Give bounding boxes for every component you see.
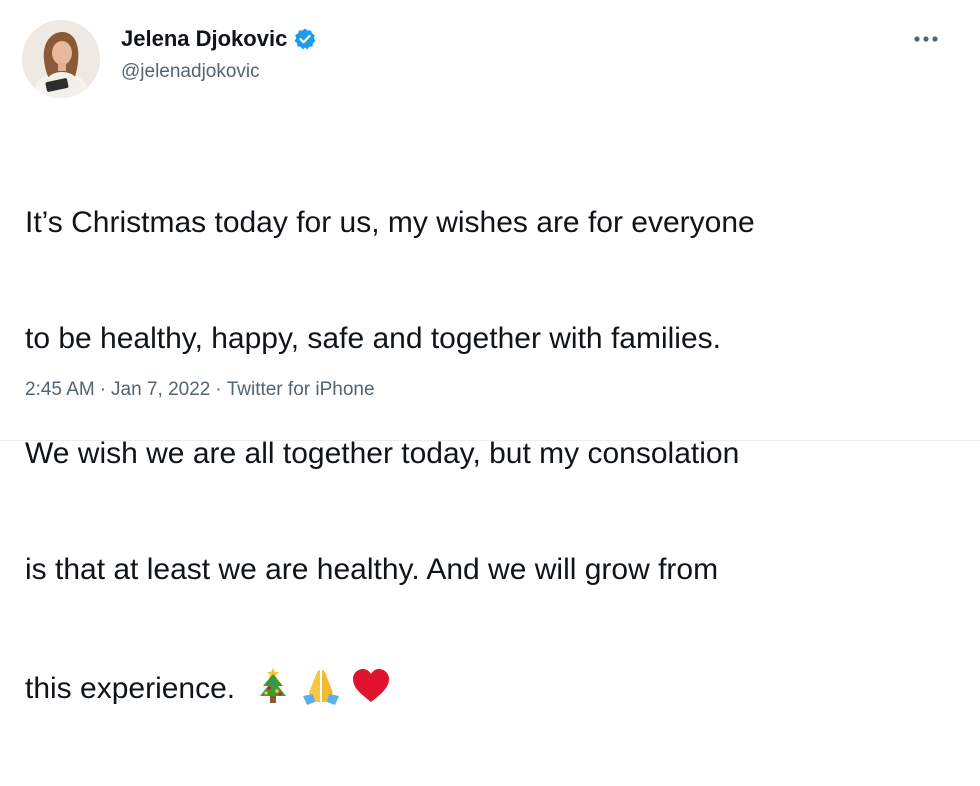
tweet-text: It’s Christmas today for us, my wishes a… [25, 127, 955, 786]
timestamp-time[interactable]: 2:45 AM [25, 379, 95, 400]
christmas-tree-icon [260, 668, 287, 703]
avatar[interactable] [22, 20, 100, 98]
verified-badge-icon [293, 27, 317, 51]
tweet-text-line-last: this experience. [25, 666, 955, 709]
handle[interactable]: @jelenadjokovic [121, 60, 317, 84]
tweet-text-line: to be healthy, happy, safe and together … [25, 321, 721, 355]
timestamp-date[interactable]: Jan 7, 2022 [111, 379, 210, 400]
red-heart-icon [353, 669, 390, 702]
profile-photo [22, 20, 100, 98]
more-options-button[interactable] [906, 24, 946, 54]
name-row: Jelena Djokovic [121, 26, 317, 52]
tweet-card: Jelena Djokovic @jelenadjokovic It’s Chr… [0, 0, 980, 705]
emoji-group [255, 666, 391, 706]
author-block: Jelena Djokovic @jelenadjokovic [121, 26, 317, 84]
tweet-text-fragment: this experience. [25, 672, 236, 705]
separator: · [215, 379, 222, 400]
tweet-source[interactable]: Twitter for iPhone [227, 379, 375, 400]
tweet-text-line: It’s Christmas today for us, my wishes a… [25, 206, 755, 239]
separator: · [99, 379, 107, 400]
more-horizontal-icon [914, 36, 938, 42]
tweet-text-line: is that at least we are healthy. And we … [25, 552, 719, 586]
display-name[interactable]: Jelena Djokovic [121, 26, 287, 52]
folded-hands-icon [303, 670, 340, 705]
tweet-meta: 2:45 AM · Jan 7, 2022 · Twitter for iPhone [25, 377, 375, 403]
